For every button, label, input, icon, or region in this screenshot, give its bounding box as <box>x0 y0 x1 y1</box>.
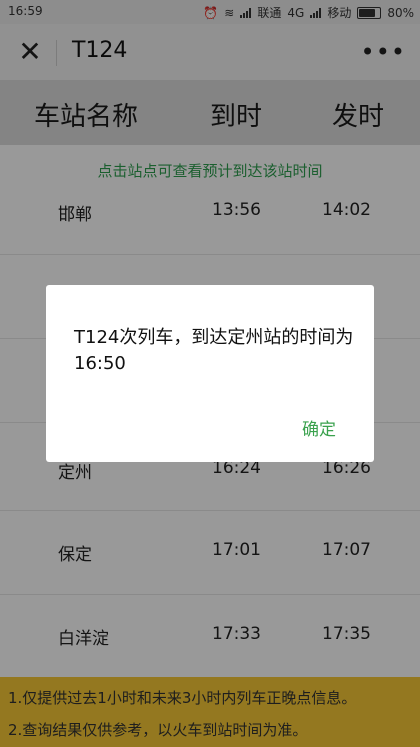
arrival-dialog: T124次列车，到达定州站的时间为16:50 确定 <box>46 285 374 462</box>
dialog-message: T124次列车，到达定州站的时间为16:50 <box>74 327 354 374</box>
confirm-button[interactable]: 确定 <box>302 415 336 440</box>
